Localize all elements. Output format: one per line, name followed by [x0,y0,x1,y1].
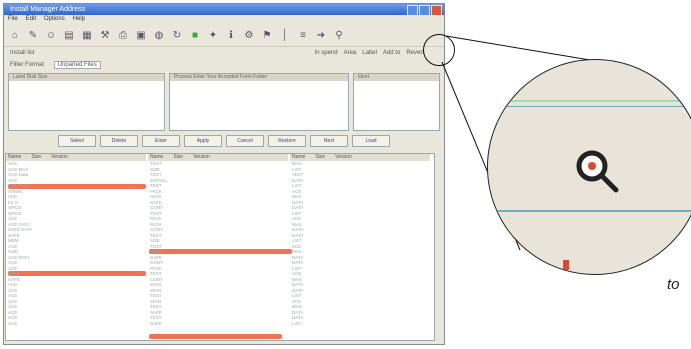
pane-left[interactable]: Label Disk Size [8,73,165,131]
filter-select[interactable]: Unparted Files [53,61,101,69]
refresh-icon[interactable]: ↻ [170,28,184,42]
pane-middle[interactable]: Process Enter Your Accepted Form Folder [168,73,349,131]
minimize-button[interactable] [407,5,418,16]
table-row[interactable]: SAFE [148,321,288,327]
list-column-2: Name Size Version MAX LIST TEST DATA LIST ACE MAX… [290,154,430,340]
toolbar: ⌂ ✎ ☺ ▤ ▦ ⚒ ⎙ ▣ ◍ ↻ ■ ✦ ℹ ⚙ ⚑ │ ≡ ➜ ⚲ [4,24,444,47]
row-name: LIST [292,320,302,326]
pane-header: Process Enter Your Accepted Form Folder [169,74,348,81]
pane-right[interactable]: Ident [352,73,440,131]
wrench-icon[interactable]: ⚒ [98,28,112,42]
header-cell[interactable]: Size [315,154,325,161]
zoom-red-marker [563,260,569,270]
caption-text: to [667,276,680,293]
table-row[interactable]: ACE [6,321,146,327]
pane-header: Label Disk Size [9,74,164,81]
menu-edit[interactable]: Edit [26,15,36,24]
next-button[interactable]: Next [310,135,348,147]
list-column-1: Name Size Version TEST SIZE TEST INSTALL TEST PA… [148,154,288,340]
printer-icon[interactable]: ⎙ [116,28,130,42]
arrow-icon[interactable]: ➜ [314,28,328,42]
page-icon[interactable]: ▤ [62,28,76,42]
row-name: SAFE [150,320,162,326]
search-icon[interactable]: ⚲ [332,28,346,42]
button-row: Select Delete Enter Apply Cancel Restore… [4,135,444,147]
opt-1[interactable]: In spend [315,47,338,59]
zoom-source-circle [423,34,455,66]
file-list[interactable]: Name Size Version ACE ACE MAX ACE Data ACE ACE … [5,153,435,341]
row-name: ACE [8,320,18,326]
column-header[interactable]: Name Size Version [6,154,146,161]
search-icon[interactable] [574,148,620,194]
menu-options[interactable]: Options [44,15,65,24]
header-cell[interactable]: Name [292,154,305,161]
pen-icon[interactable]: ✎ [26,28,40,42]
header-cell[interactable]: Size [31,154,41,161]
column-header[interactable]: Name Size Version [290,154,430,161]
menu-file[interactable]: File [8,15,18,24]
menu-bar: File Edit Options Help [4,15,444,24]
header-cell[interactable]: Size [173,154,183,161]
zoom-toolbar-edge [498,106,691,107]
gear-icon[interactable]: ⚙ [242,28,256,42]
apply-button[interactable]: Apply [184,135,222,147]
box-icon[interactable]: ▣ [134,28,148,42]
list-icon[interactable]: ≡ [296,28,310,42]
filter-row: Filter Format Unparted Files [4,59,444,71]
title-bar: Install Manager Address [4,4,444,16]
options-row: Install list In spend Area Label Add to … [4,47,444,59]
opt-4[interactable]: Add to [383,47,400,59]
open-icon[interactable]: ⌂ [8,28,22,42]
header-cell[interactable]: Version [51,154,68,161]
user-icon[interactable]: ☺ [44,28,58,42]
menu-help[interactable]: Help [73,15,85,24]
opt-2[interactable]: Area [344,47,357,59]
header-cell[interactable]: Name [150,154,163,161]
star-icon[interactable]: ✦ [206,28,220,42]
load-button[interactable]: Load [352,135,390,147]
grid-icon[interactable]: ▦ [80,28,94,42]
maximize-button[interactable] [419,5,430,16]
column-header[interactable]: Name Size Version [148,154,288,161]
info-icon[interactable]: ℹ [224,28,238,42]
header-cell[interactable]: Name [8,154,21,161]
filter-label: Filter Format [10,62,45,68]
enter-button[interactable]: Enter [142,135,180,147]
green-icon[interactable]: ■ [188,28,202,42]
pane-row: Label Disk Size Process Enter Your Accep… [8,73,440,131]
list-column-0: Name Size Version ACE ACE MAX ACE Data ACE ACE … [6,154,146,340]
install-label: Install list [10,50,35,56]
pane-header: Ident [353,74,439,81]
restore-button[interactable]: Restore [268,135,306,147]
window-title: Install Manager Address [10,6,86,13]
header-cell[interactable]: Version [193,154,210,161]
opt-3[interactable]: Label [362,47,377,59]
header-cell[interactable]: Version [335,154,352,161]
select-button[interactable]: Select [58,135,96,147]
delete-button[interactable]: Delete [100,135,138,147]
cancel-button[interactable]: Cancel [226,135,264,147]
globe-icon[interactable]: ◍ [152,28,166,42]
tool-icon[interactable]: ⚑ [260,28,274,42]
opt-5[interactable]: Revert [406,47,424,59]
table-row[interactable]: LIST [290,321,430,327]
zoom-toolbar-edge [498,210,691,212]
zoom-toolbar-edge [498,100,691,102]
pipe-icon[interactable]: │ [278,28,292,42]
close-button[interactable] [431,5,442,16]
